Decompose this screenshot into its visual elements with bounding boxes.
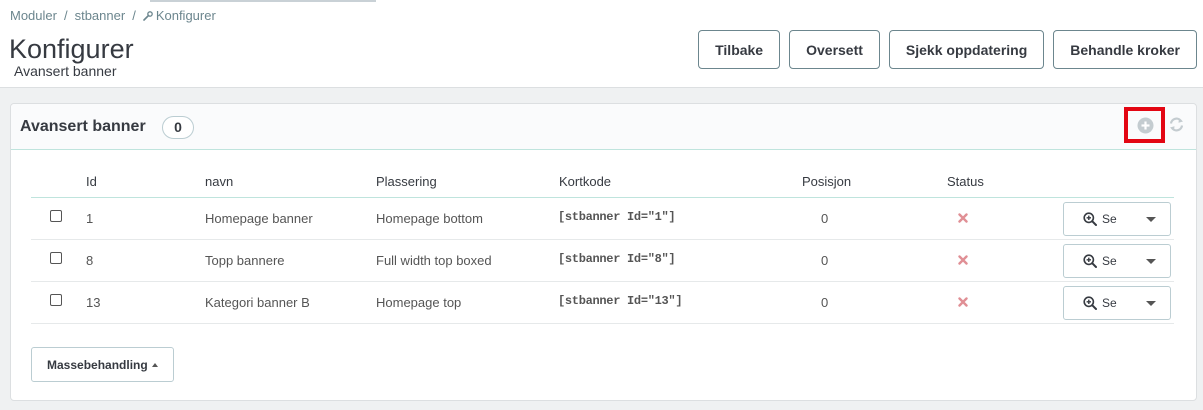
panel-heading: Avansert banner 0 xyxy=(11,104,1196,150)
caret-down-icon xyxy=(1146,300,1157,306)
row-id: 1 xyxy=(86,211,94,226)
row-id: 8 xyxy=(86,253,94,268)
view-button[interactable]: Se xyxy=(1064,203,1133,235)
row-action-group: Se xyxy=(1063,286,1171,320)
toolbar: Tilbake Oversett Sjekk oppdatering Behan… xyxy=(698,30,1197,69)
breadcrumb-item-modules[interactable]: Moduler xyxy=(10,8,57,23)
table-header: Id navn Plassering Kortkode Posisjon Sta… xyxy=(31,169,1174,198)
banner-panel: Avansert banner 0 Id navn Plassering Kor… xyxy=(10,103,1197,401)
column-header-position[interactable]: Posisjon xyxy=(802,174,851,189)
column-header-name[interactable]: navn xyxy=(205,174,233,189)
caret-down-icon xyxy=(1146,216,1157,222)
status-disabled-icon[interactable] xyxy=(958,255,968,265)
count-badge: 0 xyxy=(162,116,194,139)
row-name: Topp bannere xyxy=(205,253,285,268)
row-position: 0 xyxy=(821,253,829,268)
row-checkbox[interactable] xyxy=(50,210,62,222)
zoom-in-icon xyxy=(1083,254,1097,268)
row-action-dropdown-toggle[interactable] xyxy=(1133,203,1170,235)
row-placement: Full width top boxed xyxy=(376,253,492,268)
panel-title: Avansert banner xyxy=(20,118,146,135)
row-action-group: Se xyxy=(1063,202,1171,236)
wrench-icon xyxy=(143,10,153,21)
row-shortcode: [stbanner Id="13"] xyxy=(558,294,683,308)
breadcrumb: Moduler / stbanner / Konfigurer xyxy=(10,8,216,23)
top-accent-bar xyxy=(150,0,376,2)
status-disabled-icon[interactable] xyxy=(958,297,968,307)
table-row: 13 Kategori banner B Homepage top [stban… xyxy=(31,282,1174,324)
row-name: Kategori banner B xyxy=(205,295,310,310)
breadcrumb-item-stbanner[interactable]: stbanner xyxy=(75,8,126,23)
view-button[interactable]: Se xyxy=(1064,245,1133,277)
banner-table: Id navn Plassering Kortkode Posisjon Sta… xyxy=(31,169,1174,324)
row-action-group: Se xyxy=(1063,244,1171,278)
row-checkbox[interactable] xyxy=(50,252,62,264)
zoom-in-icon xyxy=(1083,296,1097,310)
check-update-button[interactable]: Sjekk oppdatering xyxy=(888,30,1045,69)
column-header-placement[interactable]: Plassering xyxy=(376,174,437,189)
row-checkbox[interactable] xyxy=(50,294,62,306)
breadcrumb-item-configure: Konfigurer xyxy=(155,8,216,23)
view-button-label: Se xyxy=(1102,212,1117,226)
row-name: Homepage banner xyxy=(205,211,313,226)
refresh-icon[interactable] xyxy=(1168,116,1185,133)
bulk-actions-label: Massebehandling xyxy=(47,357,148,372)
translate-button[interactable]: Oversett xyxy=(789,30,880,69)
row-placement: Homepage top xyxy=(376,295,462,310)
view-button-label: Se xyxy=(1102,254,1117,268)
row-placement: Homepage bottom xyxy=(376,211,483,226)
page-subtitle: Avansert banner xyxy=(14,63,117,79)
row-position: 0 xyxy=(821,295,829,310)
column-header-status[interactable]: Status xyxy=(947,174,984,189)
row-shortcode: [stbanner Id="1"] xyxy=(558,210,676,224)
table-row: 8 Topp bannere Full width top boxed [stb… xyxy=(31,240,1174,282)
page-header: Moduler / stbanner / Konfigurer Konfigur… xyxy=(0,0,1203,88)
back-button[interactable]: Tilbake xyxy=(698,30,781,69)
table-row: 1 Homepage banner Homepage bottom [stban… xyxy=(31,198,1174,240)
column-header-id[interactable]: Id xyxy=(86,174,97,189)
breadcrumb-separator: / xyxy=(63,8,68,23)
caret-up-icon xyxy=(151,362,158,367)
zoom-in-icon xyxy=(1083,212,1097,226)
row-id: 13 xyxy=(86,295,101,310)
view-button[interactable]: Se xyxy=(1064,287,1133,319)
column-header-shortcode[interactable]: Kortkode xyxy=(559,174,611,189)
plus-circle-icon[interactable] xyxy=(1137,117,1154,134)
manage-hooks-button[interactable]: Behandle kroker xyxy=(1053,30,1197,69)
bulk-actions-button[interactable]: Massebehandling xyxy=(31,347,174,382)
row-shortcode: [stbanner Id="8"] xyxy=(558,252,676,266)
view-button-label: Se xyxy=(1102,296,1117,310)
row-action-dropdown-toggle[interactable] xyxy=(1133,287,1170,319)
row-position: 0 xyxy=(821,211,829,226)
caret-down-icon xyxy=(1146,258,1157,264)
breadcrumb-separator: / xyxy=(132,8,136,23)
status-disabled-icon[interactable] xyxy=(958,213,968,223)
page-title: Konfigurer xyxy=(9,34,134,64)
row-action-dropdown-toggle[interactable] xyxy=(1133,245,1170,277)
